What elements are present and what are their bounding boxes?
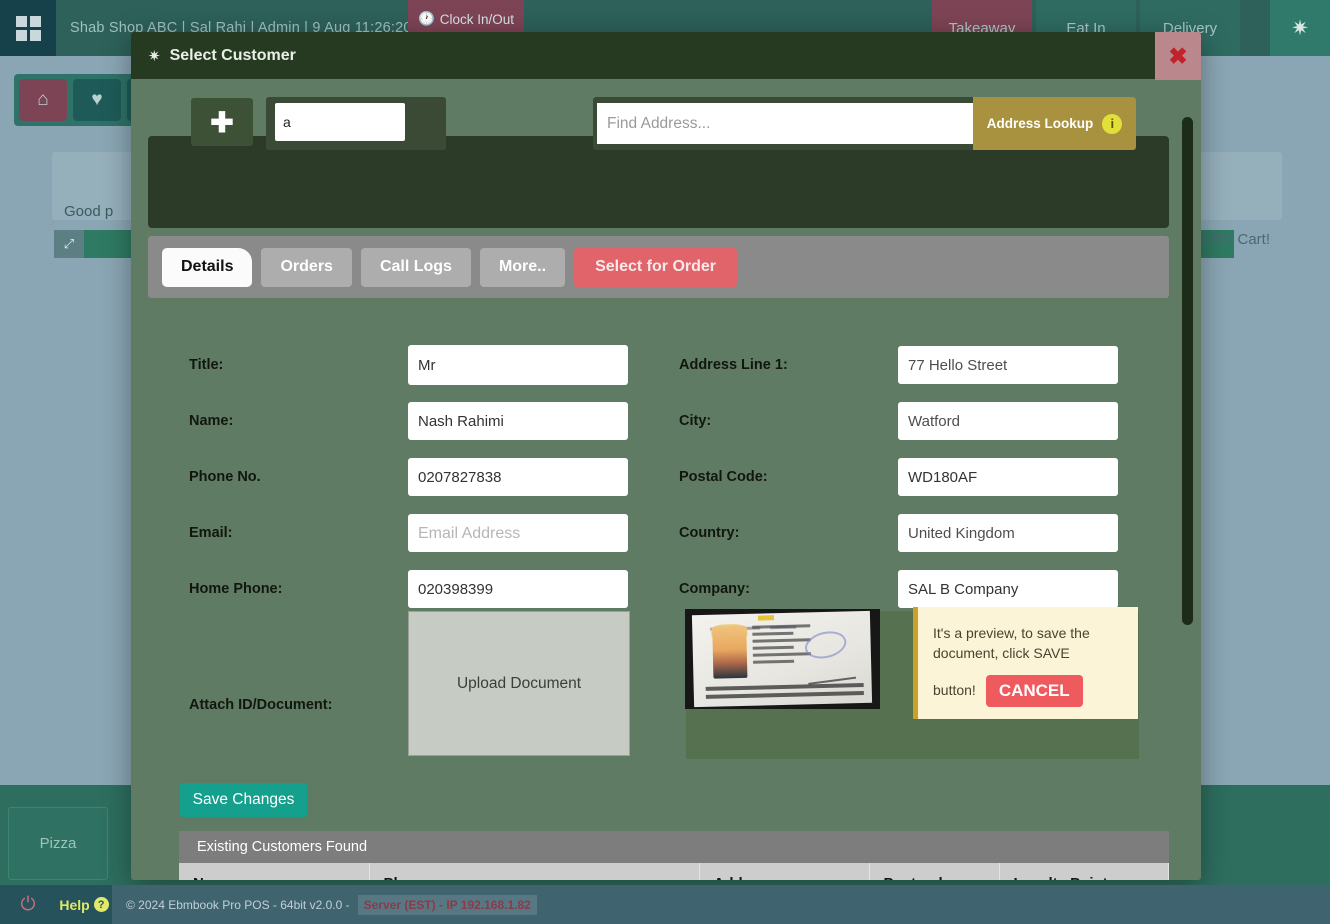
field-title-label: Title: xyxy=(189,357,224,373)
status-bar: ⏻ Help ? © 2024 Ebmbook Pro POS - 64bit … xyxy=(0,885,1330,924)
title-select[interactable]: Mr xyxy=(408,345,628,385)
home-phone-input[interactable] xyxy=(408,570,628,608)
upload-document-dropzone[interactable]: Upload Document xyxy=(408,611,630,756)
table-header-row: Name Phone Address Postcode Loyalty Poin… xyxy=(179,863,1169,880)
field-home-phone: Home Phone: xyxy=(189,561,659,617)
gear-icon: ✷ xyxy=(148,47,161,65)
field-email: Email: xyxy=(189,505,659,561)
customer-search-input[interactable] xyxy=(275,103,405,141)
field-postal-code-label: Postal Code: xyxy=(679,469,768,485)
info-icon: i xyxy=(1102,113,1123,134)
pos-application: Good p ⤢ to the Cart! ⌂ ♥ Pizza More.. S… xyxy=(0,0,1330,924)
company-input[interactable] xyxy=(898,570,1118,608)
field-email-label: Email: xyxy=(189,525,233,541)
form-column-left: Title: ✳ Mr Name: ✳ Phone No. xyxy=(189,337,659,617)
field-title: Title: ✳ Mr xyxy=(189,337,659,393)
find-address-input[interactable] xyxy=(597,103,973,144)
field-country: Country: xyxy=(679,505,1149,561)
server-info-text: Server (EST) - IP 192.168.1.82 xyxy=(357,894,537,915)
power-icon[interactable]: ⏻ xyxy=(0,885,56,924)
customer-tab-bar: Details Orders Call Logs More.. Select f… xyxy=(148,236,1169,298)
expand-arrows-icon[interactable]: ⤢ xyxy=(54,230,84,258)
customer-details-form: Title: ✳ Mr Name: ✳ Phone No. xyxy=(148,301,1169,823)
clock-icon: 🕐 xyxy=(417,11,435,26)
address-lookup-label: Address Lookup xyxy=(986,116,1094,131)
plus-icon[interactable]: ✚ xyxy=(191,98,253,146)
field-phone-label: Phone No. xyxy=(189,469,261,485)
preview-notice: It's a preview, to save the document, cl… xyxy=(913,607,1138,719)
field-name: Name: ✳ xyxy=(189,393,659,449)
cancel-button[interactable]: CANCEL xyxy=(985,674,1083,707)
field-address-line-1: Address Line 1: xyxy=(679,337,1149,393)
grid-menu-icon[interactable] xyxy=(0,0,56,56)
select-for-order-button[interactable]: Select for Order xyxy=(574,247,738,287)
field-phone: Phone No. xyxy=(189,449,659,505)
column-header-name[interactable]: Name xyxy=(179,863,370,880)
upload-document-label: Upload Document xyxy=(456,674,582,692)
existing-customers-section: Existing Customers Found Name Phone Addr… xyxy=(179,831,1169,880)
dialog-scrollbar-thumb[interactable] xyxy=(1182,117,1193,625)
name-input[interactable] xyxy=(408,402,628,440)
question-mark-icon: ? xyxy=(93,897,109,912)
postal-code-input[interactable] xyxy=(898,458,1118,496)
address-line-1-input[interactable] xyxy=(898,346,1118,384)
field-name-label: Name: xyxy=(189,413,234,429)
preview-notice-tail: button! xyxy=(933,682,976,699)
column-header-address[interactable]: Address xyxy=(699,863,870,880)
city-input[interactable] xyxy=(898,402,1118,440)
gear-icon[interactable]: ✷ xyxy=(1270,0,1330,56)
dialog-header: ✷ Select Customer ✖ xyxy=(131,32,1201,80)
field-home-phone-label: Home Phone: xyxy=(189,581,283,597)
country-input[interactable] xyxy=(898,514,1118,552)
dialog-body: ✚ Address Lookup i Details Orders Call L… xyxy=(131,79,1201,880)
email-input[interactable] xyxy=(408,514,628,552)
form-column-right: Address Line 1: City: Postal Code: Count… xyxy=(679,337,1149,617)
field-city-label: City: xyxy=(679,413,712,429)
address-lookup-button[interactable]: Address Lookup i xyxy=(973,97,1136,150)
close-icon[interactable]: ✖ xyxy=(1155,32,1201,80)
column-header-loyalty-points[interactable]: Loyalty Points xyxy=(999,863,1169,880)
dialog-title: Select Customer xyxy=(169,46,296,64)
field-company-label: Company: xyxy=(679,581,750,597)
passport-document-thumbnail[interactable] xyxy=(685,609,880,709)
field-address-line-1-label: Address Line 1: xyxy=(679,357,788,373)
tab-call-logs[interactable]: Call Logs xyxy=(360,247,471,287)
copyright-text: © 2024 Ebmbook Pro POS - 64bit v2.0.0 - xyxy=(126,897,350,912)
tab-details[interactable]: Details xyxy=(162,247,253,287)
home-icon[interactable]: ⌂ xyxy=(19,79,67,121)
tab-orders[interactable]: Orders xyxy=(261,247,352,287)
select-customer-dialog: ✷ Select Customer ✖ ✚ Address Lookup i D… xyxy=(131,32,1201,880)
attach-document-label: Attach ID/Document: xyxy=(189,697,333,713)
existing-customers-table: Name Phone Address Postcode Loyalty Poin… xyxy=(179,863,1169,880)
field-city: City: xyxy=(679,393,1149,449)
cart-note-text: to the Cart! xyxy=(1195,231,1270,248)
field-postal-code: Postal Code: xyxy=(679,449,1149,505)
column-header-postcode[interactable]: Postcode xyxy=(869,863,1000,880)
help-label: Help xyxy=(59,896,90,913)
category-pizza[interactable]: Pizza xyxy=(8,807,108,880)
preview-notice-text: It's a preview, to save the document, cl… xyxy=(933,625,1090,662)
phone-input[interactable] xyxy=(408,458,628,496)
field-country-label: Country: xyxy=(679,525,740,541)
column-header-phone[interactable]: Phone xyxy=(369,863,700,880)
tab-more[interactable]: More.. xyxy=(479,247,566,287)
clock-in-out-label: Clock In/Out xyxy=(439,11,515,27)
existing-customers-heading: Existing Customers Found xyxy=(179,831,1169,863)
save-changes-button[interactable]: Save Changes xyxy=(180,783,307,817)
heart-icon[interactable]: ♥ xyxy=(73,79,121,121)
help-button[interactable]: Help ? xyxy=(56,885,112,924)
